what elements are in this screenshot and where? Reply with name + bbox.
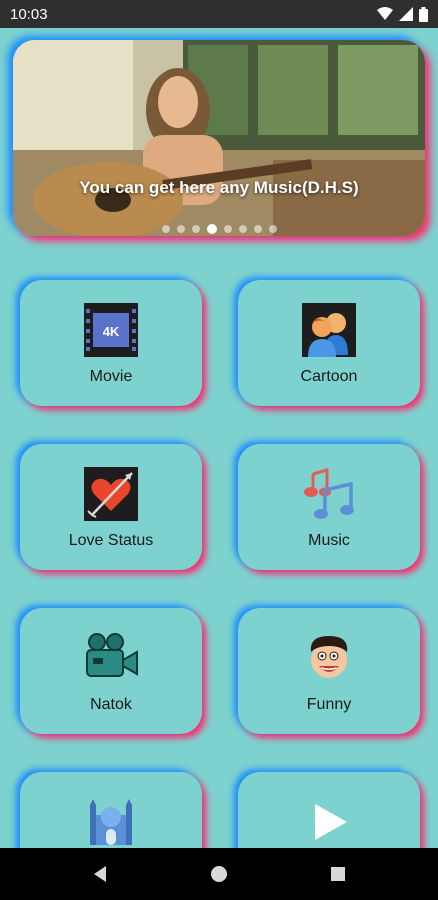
category-label: Cartoon [300, 368, 358, 385]
banner-slider[interactable]: You can get here any Music(D.H.S) [13, 40, 425, 236]
category-natok-button[interactable]: Natok [20, 608, 202, 734]
slider-dot[interactable] [191, 225, 200, 233]
cartoon-face-icon [301, 630, 357, 686]
category-label: Natok [90, 696, 132, 713]
mosque-icon [83, 794, 139, 848]
category-mosque-button[interactable] [20, 772, 202, 848]
status-time: 10:03 [10, 5, 48, 23]
4k-film-icon: 4K [83, 302, 139, 358]
slider-dot[interactable] [268, 225, 277, 233]
recents-button[interactable] [318, 854, 358, 894]
slider-dot[interactable] [238, 225, 247, 233]
category-love-status-button[interactable]: Love Status [20, 444, 202, 570]
main-content[interactable]: You can get here any Music(D.H.S) 4K Mov… [0, 28, 438, 848]
category-music-button[interactable]: Music [238, 444, 420, 570]
category-movie-button[interactable]: 4K Movie [20, 280, 202, 406]
wifi-icon [377, 7, 393, 20]
svg-text:4K: 4K [103, 324, 120, 339]
category-cartoon-button[interactable]: Cartoon [238, 280, 420, 406]
category-label: Love Status [68, 532, 154, 549]
status-bar: 10:03 [0, 0, 438, 28]
slider-dot[interactable] [176, 225, 185, 233]
video-camera-icon [83, 630, 139, 686]
category-play-button[interactable] [238, 772, 420, 848]
recents-icon [331, 867, 346, 881]
home-button[interactable] [199, 854, 239, 894]
category-funny-button[interactable]: Funny [238, 608, 420, 734]
slider-dot[interactable] [253, 225, 262, 233]
banner-image [13, 40, 425, 236]
slider-dot[interactable] [223, 225, 232, 233]
slider-dot-active[interactable] [206, 224, 217, 234]
navigation-bar [0, 848, 438, 900]
battery-icon [419, 6, 428, 22]
banner-caption: You can get here any Music(D.H.S) [79, 178, 359, 197]
play-icon [301, 794, 357, 848]
back-button[interactable] [80, 854, 120, 894]
heart-arrow-icon [83, 466, 139, 522]
home-icon [210, 866, 227, 882]
music-notes-icon [301, 466, 357, 522]
category-label: Music [308, 532, 350, 549]
slider-dot[interactable] [161, 225, 170, 233]
category-label: Funny [306, 696, 352, 713]
status-icons [377, 6, 428, 22]
back-icon [93, 866, 106, 882]
slider-dots [13, 224, 425, 234]
people-icon [301, 302, 357, 358]
category-label: Movie [89, 368, 133, 385]
signal-icon [399, 7, 413, 21]
